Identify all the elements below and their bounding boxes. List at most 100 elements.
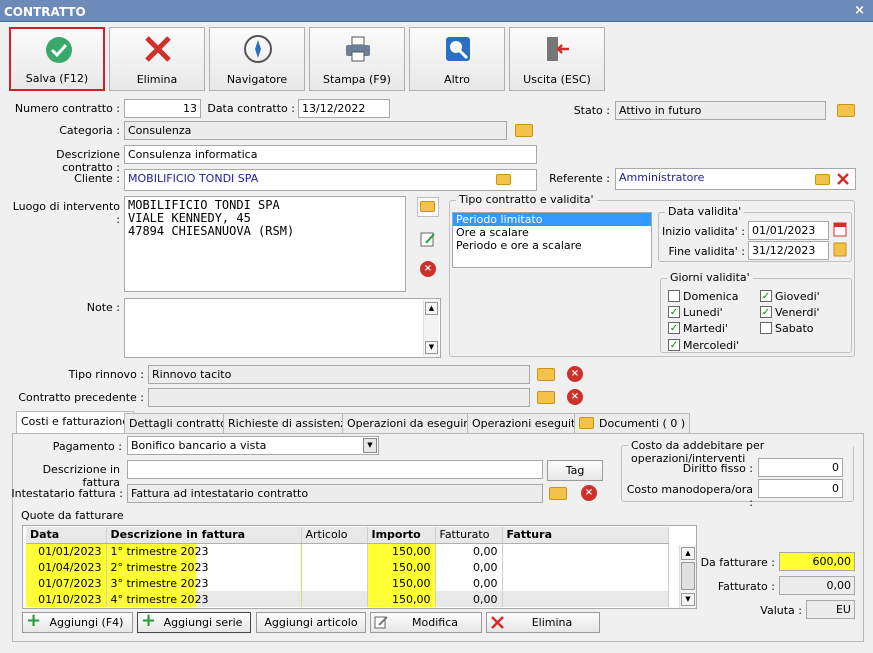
save-button[interactable]: Salva (F12) [9,27,105,91]
intestatario-clear-icon[interactable]: × [581,485,597,501]
red-x-icon [491,616,504,629]
rinnovo-field: Rinnovo tacito [148,365,530,384]
edit-note-icon[interactable] [419,230,437,248]
delete-luogo-icon[interactable]: × [420,261,436,277]
rinnovo-label: Tipo rinnovo : [68,368,144,381]
tab-costi[interactable]: Costi e fatturazione [16,411,135,434]
calendar-icon[interactable] [833,221,847,237]
red-x-icon [145,36,171,62]
tipo-option[interactable]: Periodo limitato [453,213,651,226]
stato-folder-icon[interactable] [837,104,855,117]
data-field[interactable]: 13/12/2022 [298,99,390,118]
checkbox-sabato[interactable]: Sabato [760,322,814,335]
manodopera-label: Costo manodopera/ora : [626,483,753,509]
da-fatturare-label: Da fatturare : [700,556,775,569]
scroll-up-icon[interactable]: ▲ [425,302,438,315]
cliente-folder-icon[interactable] [496,174,511,185]
da-fatturare-field: 600,00 [779,552,855,571]
note-textarea[interactable]: ▲ ▼ [124,298,441,358]
inizio-field[interactable]: 01/01/2023 [748,221,829,240]
delete-button[interactable]: Elimina [109,27,205,91]
checkbox-domenica[interactable]: Domenica [668,290,739,303]
col-importo[interactable]: Importo [367,527,436,544]
checkbox-mercoledi[interactable]: ✓ Mercoledi' [668,339,739,352]
fatturato-label: Fatturato : [717,580,775,593]
aggiungi-articolo-button[interactable]: Aggiungi articolo [256,612,366,633]
tab-operazioni-da-eseguire[interactable]: Operazioni da eseguire [342,413,480,433]
scroll-thumb[interactable] [681,562,695,590]
stato-field: Attivo in futuro [615,101,826,120]
plus-icon: + [26,610,42,631]
checkbox-lunedi[interactable]: ✓ Lunedi' [668,306,723,319]
aggiungi-button[interactable]: + Aggiungi (F4) [22,610,133,633]
aggiungi-serie-button[interactable]: + Aggiungi serie [137,610,251,633]
calendar-icon[interactable] [833,241,847,257]
table-row[interactable]: 01/04/2023 2° trimestre 2023 150,00 0,00 [26,559,669,575]
pagamento-select[interactable]: Bonifico bancario a vista ▼ [127,436,379,455]
luogo-textarea[interactable]: MOBILIFICIO TONDI SPA VIALE KENNEDY, 45 … [124,196,406,292]
fatturato-field: 0,00 [779,576,855,595]
tipo-list[interactable]: Periodo limitato Ore a scalare Periodo e… [452,212,652,268]
intestatario-folder-icon[interactable] [549,487,567,500]
exit-door-icon [547,37,569,61]
referente-folder-icon[interactable] [815,174,830,185]
grid-scrollbar[interactable]: ▲ ▼ [679,545,696,608]
col-data[interactable]: Data [26,527,107,544]
more-button[interactable]: Altro [409,27,505,91]
checkbox-giovedi[interactable]: ✓ Giovedi' [760,290,820,303]
note-scrollbar[interactable]: ▲ ▼ [423,300,439,356]
descrizione-field[interactable]: Consulenza informatica [124,145,537,164]
col-fattura[interactable]: Fattura [502,527,669,544]
note-label: Note : [86,301,120,314]
checkbox-venerdi[interactable]: ✓ Venerdi' [760,306,820,319]
tab-richieste[interactable]: Richieste di assistenza [223,413,358,433]
descr-fattura-field[interactable] [127,460,543,479]
tab-dettagli[interactable]: Dettagli contratto [124,413,232,433]
fine-field[interactable]: 31/12/2023 [748,241,829,260]
checkbox-martedi[interactable]: ✓ Martedi' [668,322,728,335]
magnifier-icon [446,37,470,61]
referente-clear-icon[interactable] [836,172,850,186]
scroll-up-icon[interactable]: ▲ [681,547,695,560]
descrizione-label: Descrizione contratto : [56,148,120,174]
modifica-button[interactable]: Modifica [370,612,482,633]
tab-operazioni-eseguite[interactable]: Operazioni eseguite [467,413,588,433]
col-descrizione[interactable]: Descrizione in fattura [106,527,302,544]
chevron-down-icon[interactable]: ▼ [363,438,377,453]
scroll-down-icon[interactable]: ▼ [425,341,438,354]
navigator-button[interactable]: Navigatore [209,27,305,91]
table-row[interactable]: 01/07/2023 3° trimestre 2023 150,00 0,00 [26,575,669,591]
scroll-down-icon[interactable]: ▼ [681,593,695,606]
rinnovo-clear-icon[interactable]: × [567,366,583,382]
numero-label: Numero contratto : [14,102,120,115]
numero-field[interactable]: 13 [124,99,201,118]
table-row[interactable]: 01/01/2023 1° trimestre 2023 150,00 0,00 [26,543,669,559]
manodopera-field[interactable]: 0 [758,479,843,498]
tag-button[interactable]: Tag [547,460,603,481]
categoria-folder-icon[interactable] [515,124,533,137]
valuta-label: Valuta : [760,604,802,617]
tab-documenti[interactable]: Documenti ( 0 ) [574,413,691,433]
intestatario-label: Intestatario fattura : [11,487,123,500]
precedente-clear-icon[interactable]: × [567,389,583,405]
open-folder-icon[interactable] [417,197,439,217]
printer-icon [346,36,370,62]
cliente-field[interactable]: MOBILIFICIO TONDI SPA [124,169,537,191]
stato-label: Stato : [573,104,610,117]
close-icon[interactable]: × [854,3,865,18]
diritto-fisso-field[interactable]: 0 [758,458,843,477]
print-button[interactable]: Stampa (F9) [309,27,405,91]
tipo-option[interactable]: Periodo e ore a scalare [453,239,651,252]
rinnovo-folder-icon[interactable] [537,368,555,381]
exit-button[interactable]: Uscita (ESC) [509,27,605,91]
referente-label: Referente : [549,172,610,185]
col-articolo[interactable]: Articolo [301,527,368,544]
table-row[interactable]: 01/10/2023 4° trimestre 2023 150,00 0,00 [26,591,669,607]
plus-icon: + [141,610,157,631]
categoria-label: Categoria : [59,124,120,137]
precedente-folder-icon[interactable] [537,391,555,404]
quote-label: Quote da fatturare [21,509,124,522]
elimina-button[interactable]: Elimina [486,612,600,633]
tipo-option[interactable]: Ore a scalare [453,226,651,239]
col-fatturato[interactable]: Fatturato [435,527,503,544]
